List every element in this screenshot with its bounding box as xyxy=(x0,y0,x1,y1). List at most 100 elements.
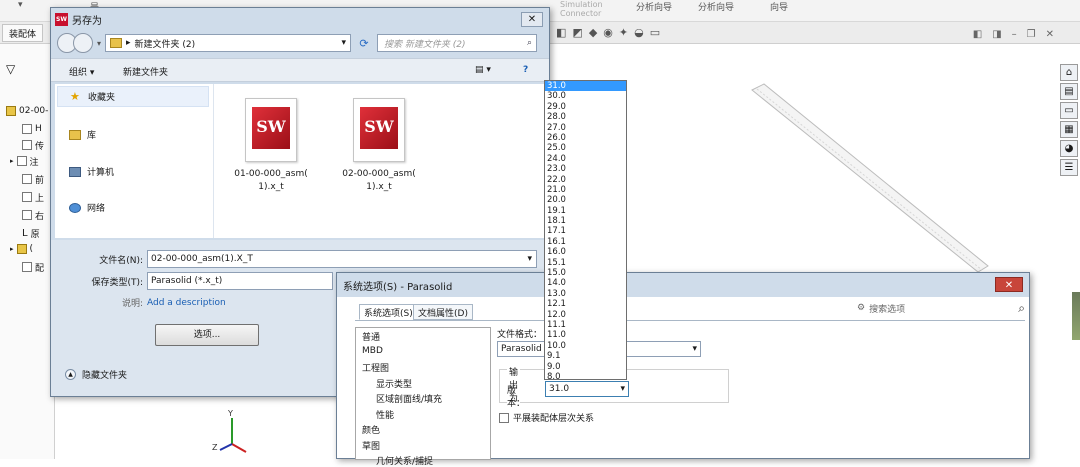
design-library-icon[interactable]: ▤ xyxy=(1060,83,1078,100)
scene-icon[interactable]: ◒ xyxy=(634,26,644,39)
help-icon[interactable]: ? xyxy=(523,65,528,75)
version-option[interactable]: 22.0 xyxy=(545,175,626,185)
version-option[interactable]: 23.0 xyxy=(545,164,626,174)
file-explorer-icon[interactable]: ▭ xyxy=(1060,102,1078,119)
tree-item-history[interactable]: H xyxy=(22,122,42,136)
split-right-icon[interactable]: ◨ xyxy=(992,29,1001,40)
refresh-icon[interactable]: ⟳ xyxy=(355,37,373,50)
assembly-tab[interactable]: 装配体 xyxy=(2,24,44,42)
version-option[interactable]: 15.0 xyxy=(545,268,626,278)
flatten-assembly-option[interactable]: 平展装配体层次关系 xyxy=(499,411,594,424)
nav-item-computer[interactable]: 计算机 xyxy=(69,165,114,178)
organize-button[interactable]: 组织 ▾ xyxy=(69,65,94,78)
category-display-style[interactable]: 显示类型 xyxy=(376,377,412,390)
version-option[interactable]: 17.1 xyxy=(545,226,626,236)
version-select[interactable]: 31.0 ▾ xyxy=(545,381,629,397)
breadcrumb-path[interactable]: 新建文件夹 (2) xyxy=(135,37,196,50)
analysis-wizard-tab-2[interactable]: 分析向导 xyxy=(698,0,734,13)
restore-icon[interactable]: ❐ xyxy=(1027,29,1036,40)
file-name-input[interactable]: 02-00-000_asm(1).X_T ▾ xyxy=(147,250,537,268)
flatten-assembly-checkbox[interactable] xyxy=(499,412,509,423)
version-option[interactable]: 10.0 xyxy=(545,341,626,351)
tree-item-top-plane[interactable]: 上 xyxy=(22,190,44,204)
view-orientation-icon[interactable]: ◧ xyxy=(556,26,566,39)
tree-root[interactable]: 02-00- xyxy=(6,104,48,118)
nav-item-favorites[interactable]: ★ 收藏夹 xyxy=(57,86,209,107)
nav-item-network[interactable]: 网络 xyxy=(69,201,105,214)
tree-item-right-plane[interactable]: 右 xyxy=(22,208,44,222)
tree-item-sensors[interactable]: 传 xyxy=(22,138,44,152)
simulation-connector-tab[interactable]: Simulation Connector xyxy=(560,0,620,18)
address-bar[interactable]: ▸ 新建文件夹 (2) ▾ xyxy=(105,34,352,52)
view-palette-icon[interactable]: ▦ xyxy=(1060,121,1078,138)
analysis-wizard-tab-1[interactable]: 分析向导 xyxy=(636,0,672,13)
category-relations-snaps[interactable]: 几何关系/捕捉 xyxy=(376,454,433,467)
version-option[interactable]: 27.0 xyxy=(545,123,626,133)
version-option[interactable]: 19.1 xyxy=(545,206,626,216)
version-option[interactable]: 8.0 xyxy=(545,372,626,382)
version-option[interactable]: 11.0 xyxy=(545,330,626,340)
category-colors[interactable]: 颜色 xyxy=(362,423,380,436)
search-input[interactable]: 搜索 新建文件夹 (2) ⌕ xyxy=(377,34,538,52)
category-area-hatch[interactable]: 区域剖面线/填充 xyxy=(376,392,442,405)
version-option[interactable]: 24.0 xyxy=(545,154,626,164)
category-sketch[interactable]: 草图 xyxy=(362,439,380,452)
address-dropdown-icon[interactable]: ▾ xyxy=(341,38,350,48)
tree-item-origin[interactable]: L原 xyxy=(22,226,40,240)
version-option[interactable]: 20.0 xyxy=(545,195,626,205)
add-description-link[interactable]: Add a description xyxy=(147,298,226,308)
version-option[interactable]: 16.1 xyxy=(545,237,626,247)
minimize-icon[interactable]: – xyxy=(1012,29,1017,40)
version-option[interactable]: 9.0 xyxy=(545,362,626,372)
version-option[interactable]: 26.0 xyxy=(545,133,626,143)
tab-document-properties[interactable]: 文档属性(D) xyxy=(413,304,473,320)
section-view-icon[interactable]: ◩ xyxy=(572,26,582,39)
new-folder-button[interactable]: 新建文件夹 xyxy=(123,65,168,78)
version-dropdown-list[interactable]: 31.0 30.0 29.0 28.0 27.0 26.0 25.0 24.0 23.0 22.0… xyxy=(544,80,627,382)
version-option[interactable]: 16.0 xyxy=(545,247,626,257)
options-button[interactable]: 选项... xyxy=(155,324,259,346)
version-option[interactable]: 12.0 xyxy=(545,310,626,320)
options-search[interactable]: ⚙ 搜索选项 ⌕ xyxy=(857,299,1025,317)
appearance-icon[interactable]: ✦ xyxy=(619,26,628,39)
version-option[interactable]: 31.0 xyxy=(545,81,626,92)
category-performance[interactable]: 性能 xyxy=(376,408,394,421)
version-option[interactable]: 18.1 xyxy=(545,216,626,226)
save-as-close-button[interactable]: ✕ xyxy=(521,12,543,27)
monitor-icon[interactable]: ▭ xyxy=(650,26,660,39)
tree-item-mates[interactable]: 配 xyxy=(22,260,44,274)
version-option[interactable]: 12.1 xyxy=(545,299,626,309)
file-item[interactable]: SW 02-00-000_asm( 1).x_t xyxy=(334,90,424,194)
version-option[interactable]: 13.0 xyxy=(545,289,626,299)
home-icon[interactable]: ⌂ xyxy=(1060,64,1078,81)
side-scroll-handle[interactable] xyxy=(1072,292,1080,340)
tree-item-component[interactable]: ▸( xyxy=(10,242,33,256)
wizard-tab[interactable]: 向导 xyxy=(770,0,788,13)
version-option[interactable]: 25.0 xyxy=(545,143,626,153)
tab-system-options[interactable]: 系统选项(S) xyxy=(359,304,418,320)
file-item[interactable]: SW 01-00-000_asm( 1).x_t xyxy=(226,90,316,194)
hide-folders-toggle[interactable]: ▲ 隐藏文件夹 xyxy=(65,368,127,381)
version-option[interactable]: 28.0 xyxy=(545,112,626,122)
recent-dropdown-icon[interactable]: ▾ xyxy=(97,39,101,48)
custom-properties-icon[interactable]: ☰ xyxy=(1060,159,1078,176)
version-option[interactable]: 9.1 xyxy=(545,351,626,361)
version-option[interactable]: 21.0 xyxy=(545,185,626,195)
tree-item-front-plane[interactable]: 前 xyxy=(22,172,44,186)
chevron-down-icon[interactable]: ▾ xyxy=(527,254,532,264)
version-option[interactable]: 15.1 xyxy=(545,258,626,268)
category-drawings[interactable]: 工程图 xyxy=(362,361,389,374)
nav-item-libraries[interactable]: 库 xyxy=(69,128,96,141)
category-general[interactable]: 普通 xyxy=(362,330,380,343)
split-left-icon[interactable]: ◧ xyxy=(973,29,982,40)
system-options-close-button[interactable]: ✕ xyxy=(995,277,1023,292)
breadcrumb-chevron-icon[interactable]: ▸ xyxy=(126,38,131,48)
toolbar-dropdown[interactable]: ▾ xyxy=(18,0,23,10)
filter-icon[interactable]: ▽ xyxy=(6,62,15,76)
version-option[interactable]: 29.0 xyxy=(545,102,626,112)
hide-show-icon[interactable]: ◉ xyxy=(603,26,613,39)
close-icon[interactable]: ✕ xyxy=(1046,29,1054,40)
view-options-icon[interactable]: ▤ ▾ xyxy=(475,65,491,75)
version-option[interactable]: 11.1 xyxy=(545,320,626,330)
save-type-select[interactable]: Parasolid (*.x_t) xyxy=(147,272,333,290)
